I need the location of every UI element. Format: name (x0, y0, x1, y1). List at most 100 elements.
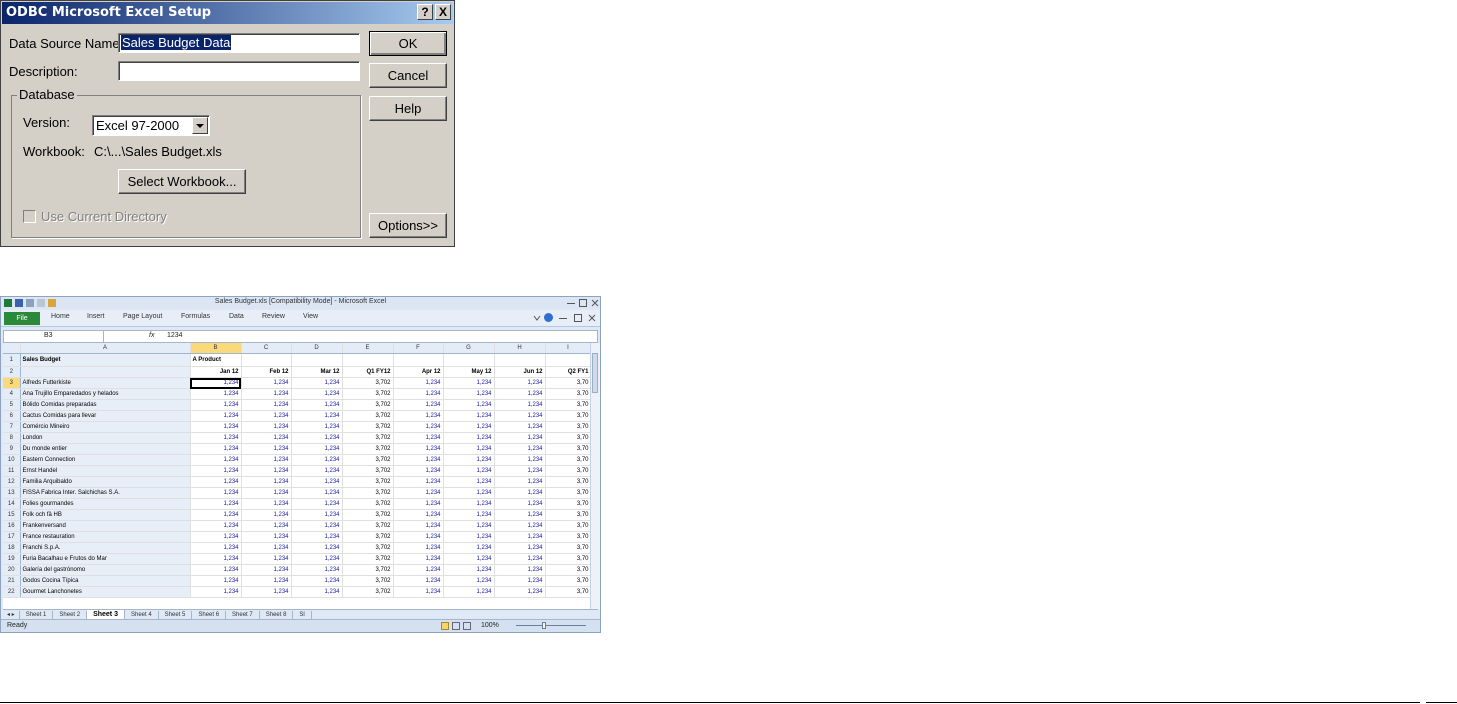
month-value-cell[interactable]: 1,234 (190, 487, 242, 500)
excel-title-bar[interactable]: Sales Budget.xls [Compatibility Mode] - … (1, 297, 600, 309)
zoom-slider[interactable] (516, 625, 586, 626)
quarter-value-cell[interactable]: 3,70 (545, 399, 592, 412)
help-button[interactable]: Help (369, 96, 447, 121)
month-value-cell[interactable]: 1,234 (494, 410, 546, 423)
month-value-cell[interactable]: 1,234 (241, 586, 292, 599)
month-value-cell[interactable]: 1,234 (291, 432, 343, 445)
row-header[interactable]: 17 (3, 531, 21, 544)
month-value-cell[interactable]: 1,234 (443, 542, 495, 555)
month-value-cell[interactable]: 1,234 (241, 421, 292, 434)
month-value-cell[interactable]: 1,234 (393, 520, 444, 533)
month-value-cell[interactable]: 1,234 (393, 509, 444, 522)
row-header[interactable]: 20 (3, 564, 21, 577)
worksheet-grid[interactable]: A B C D E F G H I 1 Sales Budget A Produ… (3, 343, 600, 609)
quarter-value-cell[interactable]: 3,702 (342, 410, 394, 423)
sheet-title-cell[interactable]: Sales Budget (20, 353, 191, 368)
month-value-cell[interactable]: 1,234 (241, 564, 292, 577)
month-value-cell[interactable]: 1,234 (494, 553, 546, 566)
month-value-cell[interactable]: 1,234 (291, 377, 343, 390)
cell[interactable] (393, 353, 444, 368)
quarter-value-cell[interactable]: 3,70 (545, 443, 592, 456)
column-header-h[interactable]: H (494, 343, 546, 355)
customer-name-cell[interactable]: Godos Cocina Típica (20, 575, 191, 588)
month-value-cell[interactable]: 1,234 (494, 509, 546, 522)
column-header-e[interactable]: E (342, 343, 394, 355)
restore-icon[interactable] (579, 299, 587, 307)
quarter-value-cell[interactable]: 3,702 (342, 498, 394, 511)
customer-name-cell[interactable]: Folies gourmandes (20, 498, 191, 511)
month-value-cell[interactable]: 1,234 (393, 399, 444, 412)
month-value-cell[interactable]: 1,234 (494, 388, 546, 401)
month-value-cell[interactable]: 1,234 (190, 531, 242, 544)
month-value-cell[interactable]: 1,234 (190, 542, 242, 555)
workbook-restore-icon[interactable] (574, 314, 582, 322)
normal-view-icon[interactable] (441, 622, 449, 630)
customer-name-cell[interactable]: Eastern Connection (20, 454, 191, 467)
tab-review[interactable]: Review (262, 313, 285, 320)
row-header[interactable]: 21 (3, 575, 21, 588)
customer-name-cell[interactable]: London (20, 432, 191, 445)
month-value-cell[interactable]: 1,234 (241, 465, 292, 478)
month-value-cell[interactable]: 1,234 (494, 377, 546, 390)
select-workbook-button[interactable]: Select Workbook... (118, 169, 246, 194)
scroll-thumb[interactable] (592, 353, 598, 393)
month-value-cell[interactable]: 1,234 (190, 410, 242, 423)
row-header[interactable]: 4 (3, 388, 21, 401)
minimize-icon[interactable] (567, 299, 575, 304)
month-value-cell[interactable]: 1,234 (494, 531, 546, 544)
month-value-cell[interactable]: 1,234 (494, 487, 546, 500)
file-tab[interactable]: File (4, 312, 40, 325)
customer-name-cell[interactable]: Furia Bacalhau e Frutos do Mar (20, 553, 191, 566)
ribbon-collapse-icon[interactable] (533, 314, 541, 322)
month-value-cell[interactable]: 1,234 (494, 542, 546, 555)
row-header[interactable]: 3 (3, 377, 21, 390)
month-value-cell[interactable]: 1,234 (190, 443, 242, 456)
month-value-cell[interactable]: 1,234 (291, 564, 343, 577)
month-value-cell[interactable]: 1,234 (241, 575, 292, 588)
month-value-cell[interactable]: 1,234 (291, 498, 343, 511)
row-header[interactable]: 14 (3, 498, 21, 511)
quarter-value-cell[interactable]: 3,702 (342, 454, 394, 467)
quarter-value-cell[interactable]: 3,702 (342, 553, 394, 566)
month-value-cell[interactable]: 1,234 (190, 465, 242, 478)
month-value-cell[interactable]: 1,234 (494, 454, 546, 467)
month-value-cell[interactable]: 1,234 (291, 421, 343, 434)
month-value-cell[interactable]: 1,234 (494, 465, 546, 478)
tab-data[interactable]: Data (229, 313, 244, 320)
month-value-cell[interactable]: 1,234 (443, 377, 495, 390)
month-value-cell[interactable]: 1,234 (190, 553, 242, 566)
month-value-cell[interactable]: 1,234 (443, 454, 495, 467)
month-header-cell[interactable]: May 12 (443, 366, 495, 379)
row-header[interactable]: 12 (3, 476, 21, 489)
month-value-cell[interactable]: 1,234 (393, 377, 444, 390)
month-value-cell[interactable]: 1,234 (291, 531, 343, 544)
month-value-cell[interactable]: 1,234 (393, 388, 444, 401)
column-header-b[interactable]: B (190, 343, 242, 355)
quarter-value-cell[interactable]: 3,702 (342, 476, 394, 489)
quarter-value-cell[interactable]: 3,70 (545, 476, 592, 489)
row-header[interactable]: 10 (3, 454, 21, 467)
month-value-cell[interactable]: 1,234 (241, 410, 292, 423)
month-value-cell[interactable]: 1,234 (443, 553, 495, 566)
customer-name-cell[interactable]: Frankenversand (20, 520, 191, 533)
quarter-value-cell[interactable]: 3,702 (342, 509, 394, 522)
customer-name-cell[interactable]: Comércio Mineiro (20, 421, 191, 434)
month-value-cell[interactable]: 1,234 (190, 586, 242, 599)
month-value-cell[interactable]: 1,234 (494, 432, 546, 445)
month-value-cell[interactable]: 1,234 (443, 564, 495, 577)
cell[interactable] (20, 366, 191, 379)
row-header[interactable]: 22 (3, 586, 21, 599)
dialog-title-bar[interactable]: ODBC Microsoft Excel Setup (2, 2, 453, 24)
customer-name-cell[interactable]: Bólido Comidas preparadas (20, 399, 191, 412)
month-value-cell[interactable]: 1,234 (443, 432, 495, 445)
month-header-cell[interactable]: Feb 12 (241, 366, 292, 379)
options-button[interactable]: Options>> (369, 213, 447, 238)
row-header[interactable]: 6 (3, 410, 21, 423)
month-value-cell[interactable]: 1,234 (393, 421, 444, 434)
month-value-cell[interactable]: 1,234 (393, 575, 444, 588)
month-value-cell[interactable]: 1,234 (241, 476, 292, 489)
month-value-cell[interactable]: 1,234 (190, 432, 242, 445)
month-value-cell[interactable]: 1,234 (393, 531, 444, 544)
month-value-cell[interactable]: 1,234 (443, 465, 495, 478)
row-header[interactable]: 8 (3, 432, 21, 445)
